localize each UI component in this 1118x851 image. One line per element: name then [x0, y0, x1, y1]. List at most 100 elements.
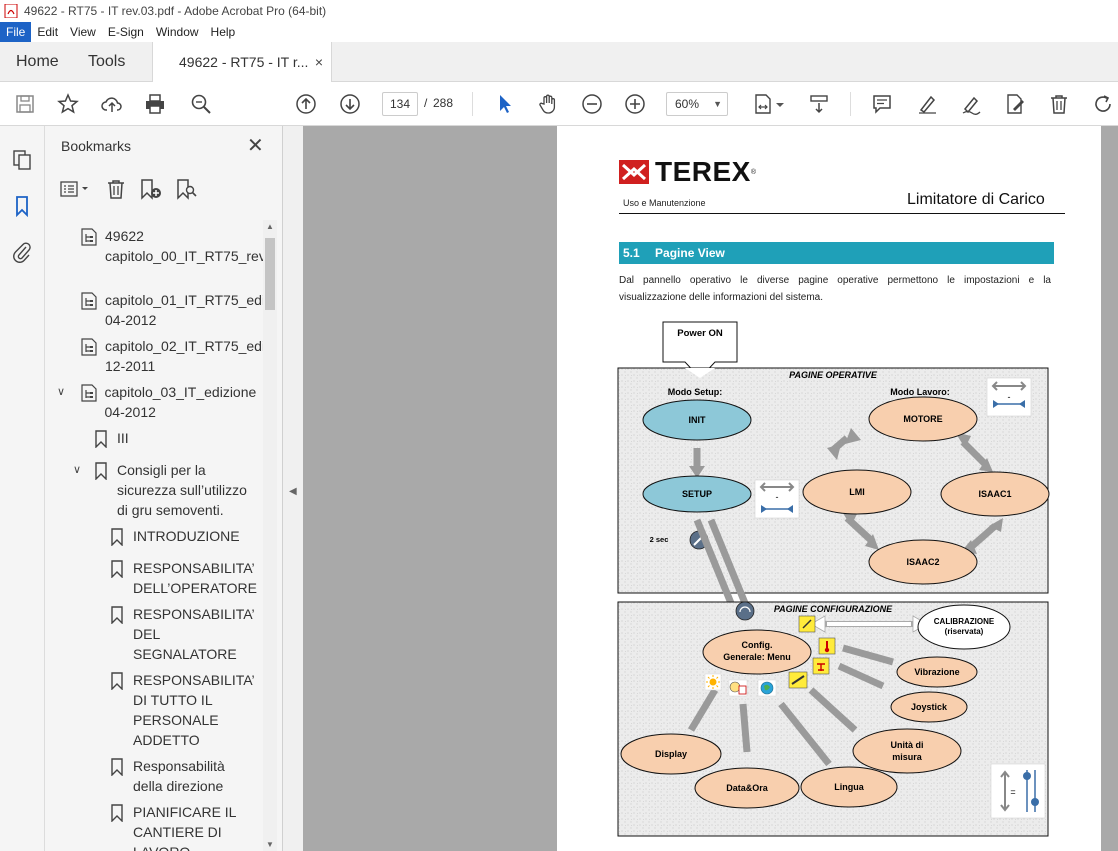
print-icon[interactable]	[142, 91, 168, 117]
menu-edit[interactable]: Edit	[31, 22, 64, 42]
bookmark-item[interactable]: 49622 capitolo_00_IT_RT75_rev.03	[81, 226, 263, 266]
bookmark-label: Consigli per la sicurezza sull’utilizzo …	[117, 462, 247, 518]
previous-page-icon[interactable]	[293, 91, 319, 117]
tab-tools[interactable]: Tools	[88, 42, 125, 82]
toolbar-divider	[472, 92, 473, 116]
zoom-search-icon[interactable]	[188, 91, 214, 117]
minus-sign: -	[1008, 392, 1011, 402]
bookmarks-toolbar	[59, 176, 211, 202]
chevron-down-icon[interactable]: ∨	[73, 463, 87, 476]
bookmarks-list: 49622 capitolo_00_IT_RT75_rev.03 capitol…	[45, 220, 263, 851]
scrollbar-thumb[interactable]	[265, 238, 275, 310]
toolbar-divider	[850, 92, 851, 116]
scroll-mode-icon[interactable]	[806, 91, 832, 117]
bookmark-icon	[111, 528, 123, 546]
bookmark-panel-icon[interactable]	[10, 194, 34, 218]
comment-icon[interactable]	[869, 91, 895, 117]
save-icon[interactable]	[12, 91, 38, 117]
cloud-upload-icon[interactable]	[99, 91, 125, 117]
sign-icon[interactable]	[958, 91, 984, 117]
bookmark-item[interactable]: ∨ Consigli per la sicurezza sull’utilizz…	[73, 460, 261, 520]
bookmark-label: capitolo_01_IT_RT75_edizione 04-2012	[105, 292, 263, 328]
edit-pdf-icon[interactable]	[1002, 91, 1028, 117]
bookmark-label: III	[117, 430, 129, 446]
chevron-down-icon[interactable]: ∨	[57, 385, 71, 398]
doc-subtitle: Uso e Manutenzione	[623, 198, 706, 208]
bookmark-item[interactable]: capitolo_01_IT_RT75_edizione 04-2012	[81, 290, 263, 330]
bookmark-item[interactable]: RESPONSABILITA’ DELL’OPERATORE	[109, 558, 261, 598]
arrow-keys-icon: -	[754, 479, 800, 519]
tab-close-icon[interactable]: ×	[315, 42, 323, 82]
power-on-label: Power ON	[677, 328, 723, 339]
globe-icon	[757, 679, 777, 697]
vibrazione-label: Vibrazione	[914, 667, 959, 677]
menu-file[interactable]: File	[0, 22, 32, 42]
hand-tool-icon[interactable]	[535, 91, 561, 117]
bookmark-label: capitolo_03_IT_edizione 04-2012	[104, 384, 257, 420]
panel-collapse-handle[interactable]: ◀	[283, 126, 303, 851]
find-bookmark-icon[interactable]	[175, 176, 199, 202]
tab-document-label: 49622 - RT75 - IT r...	[179, 54, 309, 70]
gauge-icon	[735, 601, 755, 621]
document-viewport[interactable]: TEREX ® Uso e Manutenzione Limitatore di …	[303, 126, 1118, 851]
attachment-icon[interactable]	[10, 240, 34, 264]
highlight-pen-icon[interactable]	[914, 91, 940, 117]
page-fit-dropdown-icon[interactable]	[774, 91, 786, 117]
bookmark-item[interactable]: PIANIFICARE IL CANTIERE DI LAVORO	[109, 802, 261, 851]
bookmark-label: INTRODUZIONE	[133, 528, 240, 544]
tab-home[interactable]: Home	[16, 42, 59, 82]
config-menu-label-1: Config.	[742, 640, 773, 650]
bookmark-item[interactable]: RESPONSABILITA’ DI TUTTO IL PERSONALE AD…	[109, 670, 261, 750]
star-icon[interactable]	[55, 91, 81, 117]
brand-registered: ®	[750, 168, 757, 176]
page-thumbnails-icon[interactable]	[10, 148, 34, 172]
select-cursor-icon[interactable]	[492, 91, 518, 117]
section-number: 5.1	[623, 246, 640, 260]
bookmark-item[interactable]: III	[93, 428, 261, 448]
menu-window[interactable]: Window	[150, 22, 205, 42]
menu-help[interactable]: Help	[205, 22, 242, 42]
bookmark-item[interactable]: INTRODUZIONE	[109, 526, 261, 546]
temperature-icon	[818, 637, 836, 655]
close-icon[interactable]: ✕	[247, 134, 264, 158]
tab-document[interactable]: 49622 - RT75 - IT r... ×	[152, 42, 332, 83]
menu-view[interactable]: View	[64, 22, 102, 42]
bookmark-item[interactable]: RESPONSABILITA’ DEL SEGNALATORE	[109, 604, 261, 664]
bookmark-item[interactable]: Responsabilità della direzione	[109, 756, 261, 796]
bookmark-icon	[111, 606, 123, 624]
bookmark-label: RESPONSABILITA’ DELL’OPERATORE	[133, 560, 257, 596]
zoom-level-select[interactable]: 60% ▼	[666, 92, 728, 116]
next-page-icon[interactable]	[337, 91, 363, 117]
bookmark-options-icon[interactable]	[59, 176, 93, 202]
zoom-out-icon[interactable]	[579, 91, 605, 117]
rotate-icon[interactable]	[1090, 91, 1116, 117]
bookmarks-header: Bookmarks	[61, 138, 132, 154]
new-bookmark-icon[interactable]	[139, 176, 163, 202]
wrench-small-icon	[798, 615, 816, 633]
bookmark-item[interactable]: capitolo_02_IT_RT75_edizione 12-2011	[81, 336, 263, 376]
page-number-input[interactable]: 134	[382, 92, 418, 116]
delete-icon[interactable]	[1046, 91, 1072, 117]
zoom-in-icon[interactable]	[622, 91, 648, 117]
document-tree-icon	[81, 228, 97, 246]
bookmarks-scrollbar[interactable]: ▲ ▼	[263, 220, 277, 851]
title-bar: 49622 - RT75 - IT rev.03.pdf - Adobe Acr…	[0, 0, 1118, 22]
page-fit-icon[interactable]	[750, 91, 776, 117]
scroll-up-icon[interactable]: ▲	[266, 222, 274, 231]
collapse-left-icon[interactable]: ◀	[289, 486, 297, 497]
arrow-keys-icon: -	[986, 377, 1032, 417]
calibrazione-label-2: (riservata)	[945, 627, 984, 636]
data-ora-label: Data&Ora	[726, 783, 769, 793]
isaac1-label: ISAAC1	[978, 489, 1011, 499]
section-paragraph: Dal pannello operativo le diverse pagine…	[619, 275, 1051, 303]
menu-esign[interactable]: E-Sign	[102, 22, 150, 42]
bookmark-item[interactable]: ∨ capitolo_03_IT_edizione 04-2012	[57, 382, 261, 422]
delete-bookmark-icon[interactable]	[105, 176, 127, 202]
unita-misura-label-1: Unità di	[891, 740, 924, 750]
chevron-down-icon: ▼	[713, 99, 722, 109]
bookmark-icon	[111, 672, 123, 690]
motore-label: MOTORE	[903, 414, 942, 424]
bookmark-label: 49622 capitolo_00_IT_RT75_rev.03	[105, 228, 263, 264]
scroll-down-icon[interactable]: ▼	[266, 840, 274, 849]
bookmark-label: Responsabilità della direzione	[133, 758, 225, 794]
